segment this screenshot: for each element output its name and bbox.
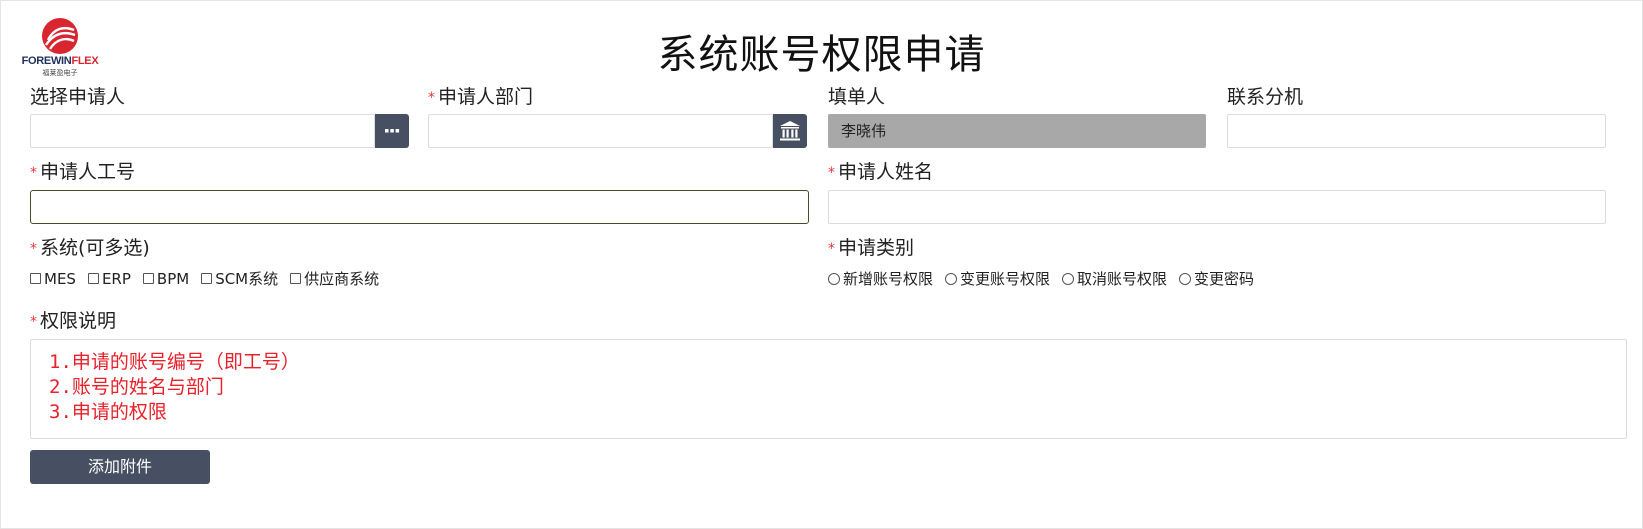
permission-hint-line-3: 3.申请的权限 [49, 401, 167, 423]
applicant-select-label: 选择申请人 [30, 86, 126, 108]
permission-desc-textarea[interactable]: 1.申请的账号编号（即工号） 2.账号的姓名与部门 3.申请的权限 [30, 339, 1627, 439]
systems-checkbox-group: MES ERP BPM SCM系统 供应商系统 [30, 268, 391, 289]
system-option-erp[interactable]: ERP [87, 270, 131, 288]
request-type-option-change[interactable]: 变更账号权限 [945, 268, 1050, 289]
permission-hint-line-1: 1.申请的账号编号（即工号） [49, 351, 300, 373]
checkbox[interactable] [87, 273, 99, 284]
employee-id-label: * 申请人工号 [30, 161, 136, 183]
radio-button[interactable] [828, 272, 840, 285]
applicant-name-label: * 申请人姓名 [828, 161, 934, 183]
more-dots-icon [385, 129, 400, 133]
filler-input: 李晓伟 [828, 114, 1206, 148]
radio-button[interactable] [1062, 272, 1075, 285]
radio-button[interactable] [945, 272, 958, 285]
filler-label: 填单人 [828, 86, 886, 108]
department-input[interactable] [428, 114, 773, 148]
department-picker-button[interactable] [773, 114, 807, 148]
permission-desc-label: * 权限说明 [30, 310, 117, 332]
employee-id-input[interactable] [30, 190, 809, 224]
applicant-select-input[interactable] [30, 114, 375, 148]
department-label: * 申请人部门 [428, 86, 534, 108]
radio-button[interactable] [1179, 272, 1192, 285]
system-option-supplier[interactable]: 供应商系统 [290, 268, 379, 289]
system-option-scm[interactable]: SCM系统 [201, 268, 278, 289]
page-title: 系统账号权限申请 [657, 32, 986, 78]
request-type-option-cancel[interactable]: 取消账号权限 [1062, 268, 1167, 289]
request-type-option-add[interactable]: 新增账号权限 [828, 268, 933, 289]
applicant-picker-button[interactable] [375, 114, 409, 148]
applicant-name-input[interactable] [828, 190, 1606, 224]
request-type-label: * 申请类别 [828, 237, 915, 259]
add-attachment-button[interactable]: 添加附件 [30, 450, 210, 484]
permission-hint-line-2: 2.账号的姓名与部门 [49, 376, 224, 398]
request-type-option-password[interactable]: 变更密码 [1179, 268, 1254, 289]
checkbox[interactable] [30, 273, 41, 284]
system-option-bpm[interactable]: BPM [142, 270, 189, 288]
checkbox[interactable] [142, 273, 154, 284]
extension-label: 联系分机 [1227, 86, 1304, 108]
checkbox[interactable] [201, 273, 213, 284]
institution-icon [780, 121, 800, 141]
extension-input[interactable] [1227, 114, 1606, 148]
checkbox[interactable] [290, 273, 302, 284]
request-type-radio-group: 新增账号权限 变更账号权限 取消账号权限 变更密码 [828, 268, 1266, 289]
systems-label: * 系统(可多选) [30, 237, 150, 259]
system-option-mes[interactable]: MES [30, 270, 76, 288]
